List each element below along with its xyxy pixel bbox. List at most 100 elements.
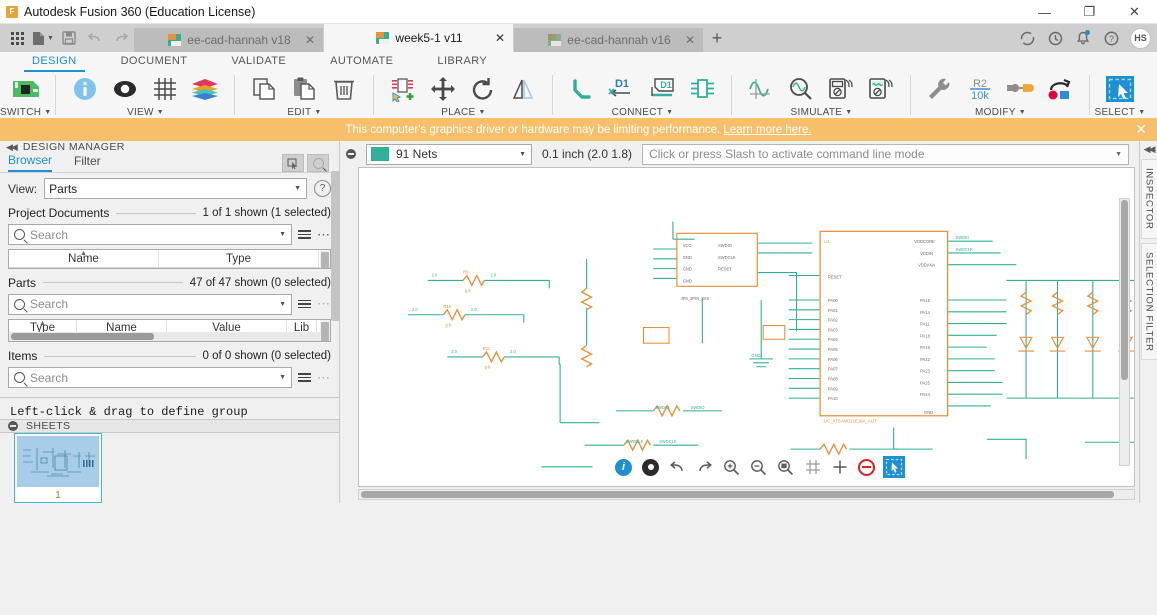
help-icon[interactable]: ? — [1098, 25, 1124, 51]
switch-to-pcb-button[interactable] — [7, 72, 45, 106]
chevron-down-icon[interactable]: ▼ — [314, 109, 321, 116]
bus-button[interactable] — [683, 72, 721, 106]
tab-automate[interactable]: AUTOMATE — [308, 52, 415, 70]
view-select[interactable]: Parts ▼ — [44, 178, 307, 199]
select-tool-button[interactable] — [1101, 72, 1139, 106]
swap-button[interactable] — [1041, 72, 1079, 106]
document-tab-0[interactable]: ee-cad-hannah v18 ✕ — [134, 28, 324, 52]
tab-close-icon[interactable]: ✕ — [495, 31, 505, 45]
job-status-icon[interactable] — [1014, 25, 1040, 51]
delete-button[interactable] — [325, 72, 363, 106]
list-options-icon[interactable] — [298, 299, 311, 309]
grid-button[interactable] — [146, 72, 184, 106]
search-input[interactable]: Search ▼ — [8, 367, 292, 388]
move-button[interactable] — [424, 72, 462, 106]
rail-tab-inspector[interactable]: INSPECTOR — [1140, 159, 1157, 239]
minimize-button[interactable]: — — [1022, 0, 1067, 24]
value-button[interactable]: R2 10k — [961, 72, 999, 106]
sheet-thumbnail-1[interactable]: 1 — [14, 433, 102, 503]
delete-tool[interactable] — [856, 456, 878, 478]
avatar[interactable]: HS — [1130, 27, 1151, 49]
table-row[interactable]: ▼ All Sheets — [9, 268, 330, 269]
zoom-to-selection-button[interactable] — [307, 154, 329, 172]
search-input[interactable]: Search ▼ — [8, 224, 292, 245]
document-tab-2[interactable]: ee-cad-hannah v16 ✕ — [514, 28, 704, 52]
panel-scrollbar[interactable] — [331, 171, 340, 471]
tab-library[interactable]: LIBRARY — [415, 52, 509, 70]
chevron-down-icon[interactable]: ▼ — [44, 109, 51, 116]
undo-tool[interactable] — [667, 456, 689, 478]
tab-design[interactable]: DESIGN — [10, 52, 99, 72]
display-button[interactable] — [106, 72, 144, 106]
chevron-down-icon[interactable]: ▼ — [1115, 151, 1122, 158]
more-options-icon[interactable]: ⋯ — [317, 296, 331, 312]
sheets-header[interactable]: SHEETS — [0, 419, 339, 433]
net-button[interactable] — [563, 72, 601, 106]
help-icon[interactable]: ? — [314, 180, 331, 197]
tab-filter[interactable]: Filter — [74, 154, 101, 171]
replace-button[interactable] — [1001, 72, 1039, 106]
chevron-down-icon[interactable]: ▼ — [279, 301, 286, 308]
mirror-button[interactable] — [504, 72, 542, 106]
grid-horizontal-scrollbar[interactable] — [9, 332, 320, 341]
place-component-button[interactable] — [384, 72, 422, 106]
expand-rail-icon[interactable]: ◀◀ — [1144, 144, 1156, 155]
zoom-out-tool[interactable] — [748, 456, 770, 478]
list-options-icon[interactable] — [298, 230, 311, 239]
collapse-toolbar-icon[interactable] — [346, 149, 356, 159]
grid-vertical-scrollbar[interactable] — [320, 319, 330, 341]
canvas-horizontal-scrollbar[interactable] — [358, 489, 1135, 500]
chevron-down-icon[interactable]: ▼ — [845, 109, 852, 116]
rotate-button[interactable] — [464, 72, 502, 106]
notifications-bell-icon[interactable] — [1070, 25, 1096, 51]
visibility-tool[interactable] — [640, 456, 662, 478]
app-grid-button[interactable] — [4, 26, 30, 50]
tab-close-icon[interactable]: ✕ — [685, 33, 695, 47]
net-class-select[interactable]: 91 Nets ▼ — [366, 143, 532, 165]
tab-close-icon[interactable]: ✕ — [305, 33, 315, 47]
chevron-down-icon[interactable]: ▼ — [157, 109, 164, 116]
redo-tool[interactable] — [694, 456, 716, 478]
more-options-icon[interactable]: ⋯ — [317, 227, 331, 243]
layers-button[interactable] — [186, 72, 224, 106]
chevron-down-icon[interactable]: ▼ — [479, 109, 486, 116]
waveform-button[interactable] — [742, 72, 780, 106]
oscilloscope-button[interactable] — [862, 72, 900, 106]
canvas-vertical-scrollbar[interactable] — [1119, 198, 1130, 466]
collapse-sheets-icon[interactable] — [8, 421, 18, 431]
chevron-down-icon[interactable]: ▼ — [1019, 109, 1026, 116]
multimeter-button[interactable] — [822, 72, 860, 106]
add-tool[interactable] — [829, 456, 851, 478]
new-document-button[interactable]: ▼ — [30, 26, 56, 50]
name-button[interactable]: D1 — [603, 72, 641, 106]
info-tool[interactable]: i — [613, 456, 635, 478]
chevron-down-icon[interactable]: ▼ — [279, 231, 286, 238]
command-line-input[interactable]: Click or press Slash to activate command… — [642, 143, 1129, 165]
column-header-name[interactable]: ▲ Name — [9, 250, 159, 267]
schematic-sheet[interactable]: R9 g k R10 g k R11 g k U1 UC_ATSAMD21E18A_A… — [358, 167, 1135, 487]
learn-more-link[interactable]: Learn more here. — [723, 124, 811, 136]
tab-validate[interactable]: VALIDATE — [209, 52, 308, 70]
maximize-button[interactable]: ❐ — [1067, 0, 1112, 24]
chevron-down-icon[interactable]: ▼ — [666, 109, 673, 116]
zoom-in-tool[interactable] — [721, 456, 743, 478]
grid-tool[interactable] — [802, 456, 824, 478]
rail-tab-selection-filter[interactable]: SELECTION FILTER — [1140, 242, 1157, 361]
paste-button[interactable] — [285, 72, 323, 106]
chevron-down-icon[interactable]: ▼ — [1138, 109, 1145, 116]
collapse-panel-icon[interactable]: ◀◀ — [6, 142, 18, 153]
tab-browser[interactable]: Browser — [8, 153, 53, 172]
zoom-fit-tool[interactable] — [775, 456, 797, 478]
attributes-button[interactable] — [921, 72, 959, 106]
grid-vertical-scrollbar[interactable] — [320, 250, 330, 268]
probe-button[interactable] — [782, 72, 820, 106]
new-tab-button[interactable]: + — [704, 26, 730, 50]
save-button[interactable] — [56, 26, 82, 50]
select-in-canvas-button[interactable] — [282, 154, 304, 172]
document-tab-1[interactable]: week5-1 v11 ✕ — [324, 24, 514, 52]
more-options-icon[interactable]: ⋯ — [317, 370, 331, 386]
list-options-icon[interactable] — [298, 373, 311, 382]
select-tool[interactable] — [882, 456, 905, 478]
redo-button[interactable] — [108, 26, 134, 50]
copy-button[interactable] — [245, 72, 283, 106]
